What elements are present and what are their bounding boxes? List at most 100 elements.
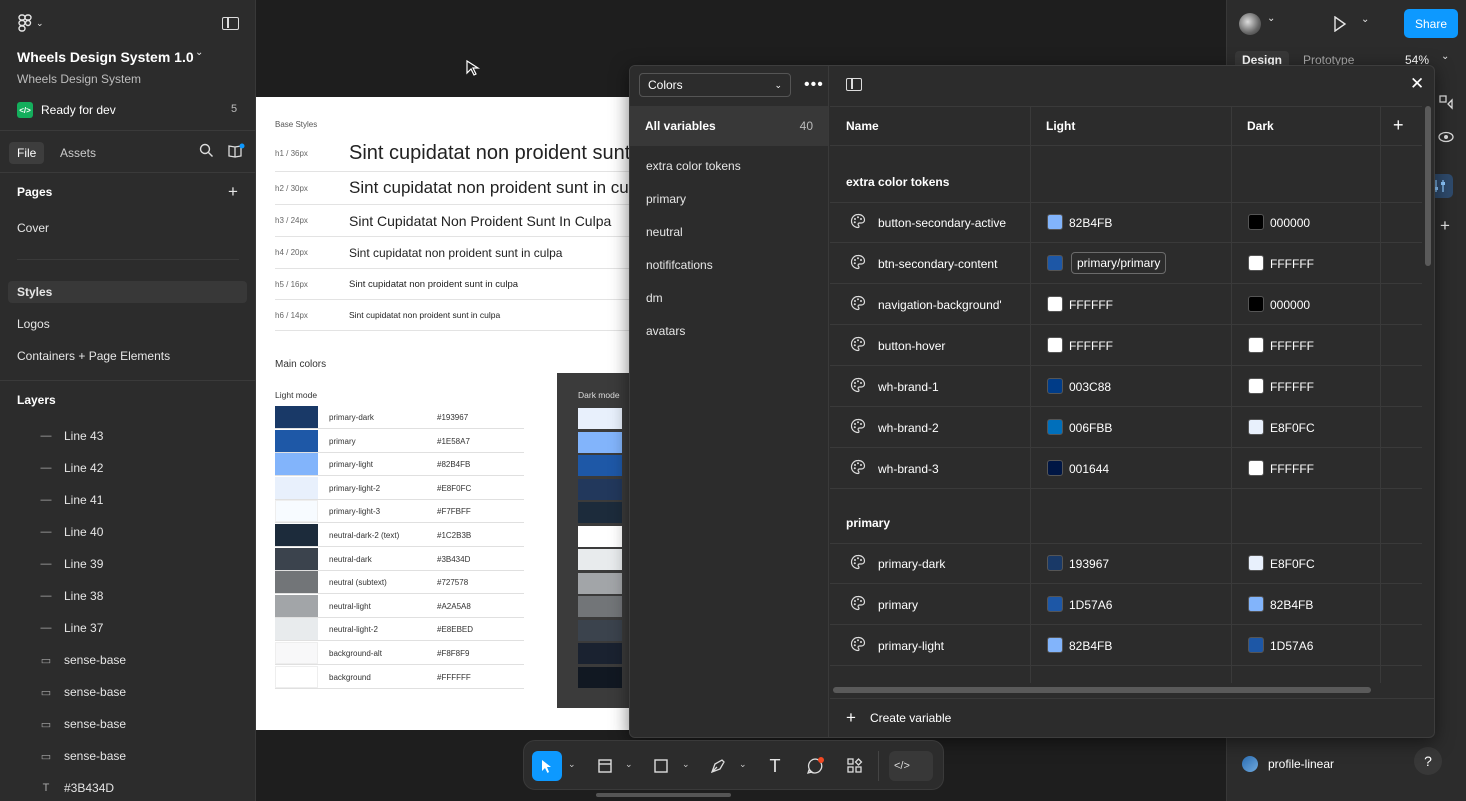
chevron-down-icon[interactable]: ⌄ [1441,51,1449,62]
chevron-down-icon[interactable]: ⌄ [682,759,690,770]
variable-name[interactable]: primary-light [878,639,944,653]
chevron-down-icon[interactable]: ⌄ [1267,13,1275,24]
layer-item[interactable]: T #3B434D [40,781,114,795]
chevron-down-icon[interactable]: ⌄ [195,47,203,58]
library-icon[interactable] [227,143,245,159]
variable-name[interactable]: btn-secondary-content [878,257,997,271]
variable-name[interactable]: button-secondary-active [878,216,1006,230]
chevron-down-icon[interactable]: ⌄ [568,759,576,770]
layer-item[interactable]: — Line 43 [40,429,104,443]
help-button[interactable]: ? [1414,747,1442,775]
text-tool[interactable]: T [760,751,790,781]
light-value[interactable]: 003C88 [1069,380,1111,394]
horizontal-scrollbar[interactable] [833,687,1371,693]
dark-value[interactable]: FFFFFF [1270,339,1314,353]
layer-item[interactable]: ▭ sense-base [40,749,126,763]
variable-name[interactable]: navigation-background' [878,298,1002,312]
tab-file[interactable]: File [9,142,45,164]
pen-tool[interactable] [703,751,733,781]
eye-icon[interactable] [1438,130,1454,144]
dark-value[interactable]: FFFFFF [1270,380,1314,394]
page-item-cover[interactable]: Cover [17,221,49,235]
all-variables-item[interactable]: All variables 40 [630,106,828,146]
chevron-down-icon[interactable]: ⌄ [739,759,747,770]
shape-tool[interactable] [646,751,676,781]
variable-row[interactable]: navigation-background' FFFFFF 000000 [830,284,1422,325]
layer-item[interactable]: ▭ sense-base [40,685,126,699]
frame-tool[interactable] [590,751,620,781]
dark-color-swatch[interactable] [1248,337,1264,353]
variable-row[interactable]: wh-brand-2 006FBB E8F0FC [830,407,1422,448]
light-color-swatch[interactable] [1047,378,1063,394]
light-color-swatch[interactable] [1047,214,1063,230]
light-color-swatch[interactable] [1047,419,1063,435]
chevron-down-icon[interactable]: ⌄ [1361,14,1369,25]
tab-assets[interactable]: Assets [52,142,104,164]
light-color-swatch[interactable] [1047,296,1063,312]
variable-row[interactable]: primary-light 82B4FB 1D57A6 [830,625,1422,666]
dark-value[interactable]: 1D57A6 [1270,639,1313,653]
variable-group-item[interactable]: avatars [646,324,685,338]
dark-value[interactable]: FFFFFF [1270,462,1314,476]
file-title[interactable]: Wheels Design System 1.0 [17,49,194,65]
variable-name[interactable]: wh-brand-1 [878,380,939,394]
layer-item[interactable]: — Line 40 [40,525,104,539]
light-color-swatch[interactable] [1047,337,1063,353]
collection-select[interactable]: Colors ⌄ [639,73,791,97]
variable-row[interactable]: button-secondary-active 82B4FB 000000 [830,202,1422,243]
light-color-swatch[interactable] [1047,555,1063,571]
light-value[interactable]: 1D57A6 [1069,598,1112,612]
move-tool[interactable] [532,751,562,781]
variable-name[interactable]: wh-brand-2 [878,421,939,435]
play-icon[interactable] [1333,16,1347,32]
canvas-scrollbar[interactable] [596,793,731,797]
layer-item[interactable]: — Line 37 [40,621,104,635]
team-name[interactable]: Wheels Design System [17,72,141,86]
create-variable-button[interactable]: + Create variable [846,708,951,728]
light-value[interactable]: 82B4FB [1069,216,1112,230]
light-value[interactable]: 006FBB [1069,421,1112,435]
dark-color-swatch[interactable] [1248,419,1264,435]
ready-for-dev[interactable]: </> Ready for dev [17,102,116,118]
variable-row[interactable]: wh-brand-3 001644 FFFFFF [830,448,1422,489]
dark-color-swatch[interactable] [1248,637,1264,653]
variable-name[interactable]: wh-brand-3 [878,462,939,476]
page-item-containers[interactable]: Containers + Page Elements [17,349,170,363]
light-color-swatch[interactable] [1047,596,1063,612]
avatar[interactable] [1239,13,1261,35]
dark-color-swatch[interactable] [1248,296,1264,312]
dark-color-swatch[interactable] [1248,378,1264,394]
profile-linear-label[interactable]: profile-linear [1268,757,1334,771]
more-options-icon[interactable]: ••• [804,76,824,94]
add-icon[interactable]: + [1440,216,1450,236]
variable-group-item[interactable]: extra color tokens [646,159,741,173]
light-value[interactable]: 193967 [1069,557,1109,571]
dark-value[interactable]: 82B4FB [1270,598,1313,612]
dark-mode-panel[interactable]: Dark mode [557,373,636,708]
light-alias-value[interactable]: primary/primary [1071,252,1167,274]
dark-color-swatch[interactable] [1248,596,1264,612]
main-menu-button[interactable]: ⌄ [18,14,44,32]
layer-item[interactable]: ▭ sense-base [40,717,126,731]
dark-value[interactable]: FFFFFF [1270,257,1314,271]
comment-tool[interactable] [800,751,830,781]
variable-group-item[interactable]: primary [646,192,686,206]
light-color-swatch[interactable] [1047,255,1063,271]
actions-tool[interactable] [840,751,870,781]
dark-value[interactable]: E8F0FC [1270,421,1315,435]
dev-mode-toggle[interactable]: </> [889,751,933,781]
light-value[interactable]: 001644 [1069,462,1109,476]
dark-color-swatch[interactable] [1248,555,1264,571]
variable-name[interactable]: button-hover [878,339,945,353]
layer-item[interactable]: — Line 38 [40,589,104,603]
layer-item[interactable]: — Line 42 [40,461,104,475]
variable-group-item[interactable]: notififcations [646,258,713,272]
light-color-swatch[interactable] [1047,460,1063,476]
add-page-icon[interactable]: + [228,182,238,202]
dark-value[interactable]: 000000 [1270,216,1310,230]
toggle-sidebar-icon[interactable] [222,17,239,30]
variable-row[interactable]: primary-dark 193967 E8F0FC [830,543,1422,584]
share-button[interactable]: Share [1404,9,1458,38]
layer-item[interactable]: — Line 41 [40,493,104,507]
light-value[interactable]: 82B4FB [1069,639,1112,653]
